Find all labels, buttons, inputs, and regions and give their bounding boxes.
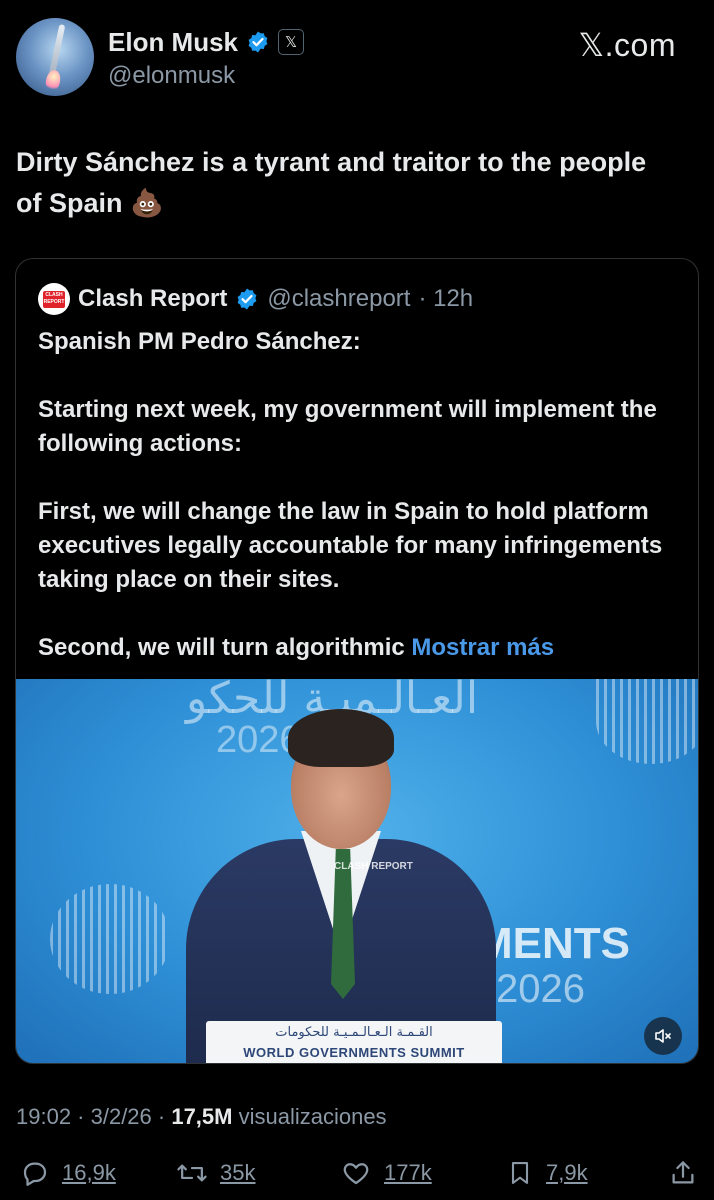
tweet-meta: 19:02 · 3/2/26 · 17,5M visualizaciones xyxy=(16,1104,387,1130)
clash-report-avatar[interactable]: CLASH REPORT xyxy=(38,283,70,315)
repost-count: 35k xyxy=(220,1160,256,1185)
quoted-last-line: Second, we will turn algorithmic Mostrar… xyxy=(38,631,688,665)
view-count: 17,5M xyxy=(171,1104,233,1129)
repost-icon xyxy=(176,1158,208,1188)
bookmark-icon xyxy=(506,1158,534,1188)
quoted-media-video[interactable]: العـالـميـة للحكو 2026 MENTS 2026 CLASH … xyxy=(16,679,698,1063)
views-label: visualizaciones xyxy=(232,1104,387,1129)
share-icon xyxy=(668,1158,698,1188)
quoted-tweet-time[interactable]: · 12h xyxy=(418,285,473,313)
show-more-link[interactable]: Mostrar más xyxy=(411,634,554,661)
verified-badge-icon xyxy=(246,30,270,54)
bookmark-button[interactable]: 7,9k xyxy=(506,1158,588,1188)
rocket-flame xyxy=(43,68,63,94)
heart-icon xyxy=(340,1158,372,1188)
quoted-paragraph: Second, we will turn algorithmic xyxy=(38,634,412,661)
speaker-hair xyxy=(288,709,394,767)
lectern-english-text: WORLD GOVERNMENTS SUMMIT xyxy=(243,1045,465,1060)
backdrop-year: 2026 xyxy=(496,967,585,1011)
mute-button[interactable] xyxy=(644,1017,682,1055)
speaker-muted-icon xyxy=(653,1026,673,1046)
like-button[interactable]: 177k xyxy=(340,1158,432,1188)
reply-button[interactable]: 16,9k xyxy=(20,1158,116,1188)
x-affiliation-icon: 𝕏 xyxy=(278,29,305,55)
bookmark-count: 7,9k xyxy=(546,1160,588,1185)
repost-button[interactable]: 35k xyxy=(176,1158,255,1188)
share-button[interactable] xyxy=(668,1158,698,1188)
lectern: القـمـة الـعـالـمـيـة للحكومات WORLD GOV… xyxy=(206,1021,502,1063)
author-handle[interactable]: @elonmusk xyxy=(108,62,235,90)
like-count: 177k xyxy=(384,1160,432,1185)
clash-report-logo-text: CLASH REPORT xyxy=(43,290,65,308)
quoted-paragraph: First, we will change the law in Spain t… xyxy=(38,498,663,593)
lectern-arabic-text: القـمـة الـعـالـمـيـة للحكومات xyxy=(275,1025,433,1040)
summit-dot-pattern xyxy=(50,884,170,994)
verified-badge-icon xyxy=(235,287,259,311)
author-name-row: Elon Musk 𝕏 xyxy=(108,26,305,58)
quoted-author-name[interactable]: Clash Report xyxy=(78,285,227,313)
tweet-text: Dirty Sánchez is a tyrant and traitor to… xyxy=(16,147,647,218)
quoted-tweet-header: CLASH REPORT Clash Report @clashreport ·… xyxy=(38,283,473,315)
author-avatar[interactable] xyxy=(16,18,94,96)
quoted-paragraph: Starting next week, my government will i… xyxy=(38,396,657,457)
reply-icon xyxy=(20,1158,50,1188)
author-name[interactable]: Elon Musk xyxy=(108,27,238,58)
quoted-paragraph: Spanish PM Pedro Sánchez: xyxy=(38,328,361,355)
tweet-timestamp[interactable]: 19:02 · 3/2/26 · xyxy=(16,1104,171,1129)
quoted-author-handle[interactable]: @clashreport xyxy=(267,285,410,313)
x-brand-logo: 𝕏.com xyxy=(578,27,676,63)
quoted-tweet-card[interactable]: CLASH REPORT Clash Report @clashreport ·… xyxy=(15,258,699,1064)
backdrop-ments-text: MENTS xyxy=(476,919,630,968)
summit-dot-pattern xyxy=(596,679,698,764)
quoted-tweet-body: Spanish PM Pedro Sánchez: Starting next … xyxy=(38,325,688,699)
video-watermark: CLASH REPORT xyxy=(334,861,413,872)
reply-count: 16,9k xyxy=(62,1160,116,1185)
